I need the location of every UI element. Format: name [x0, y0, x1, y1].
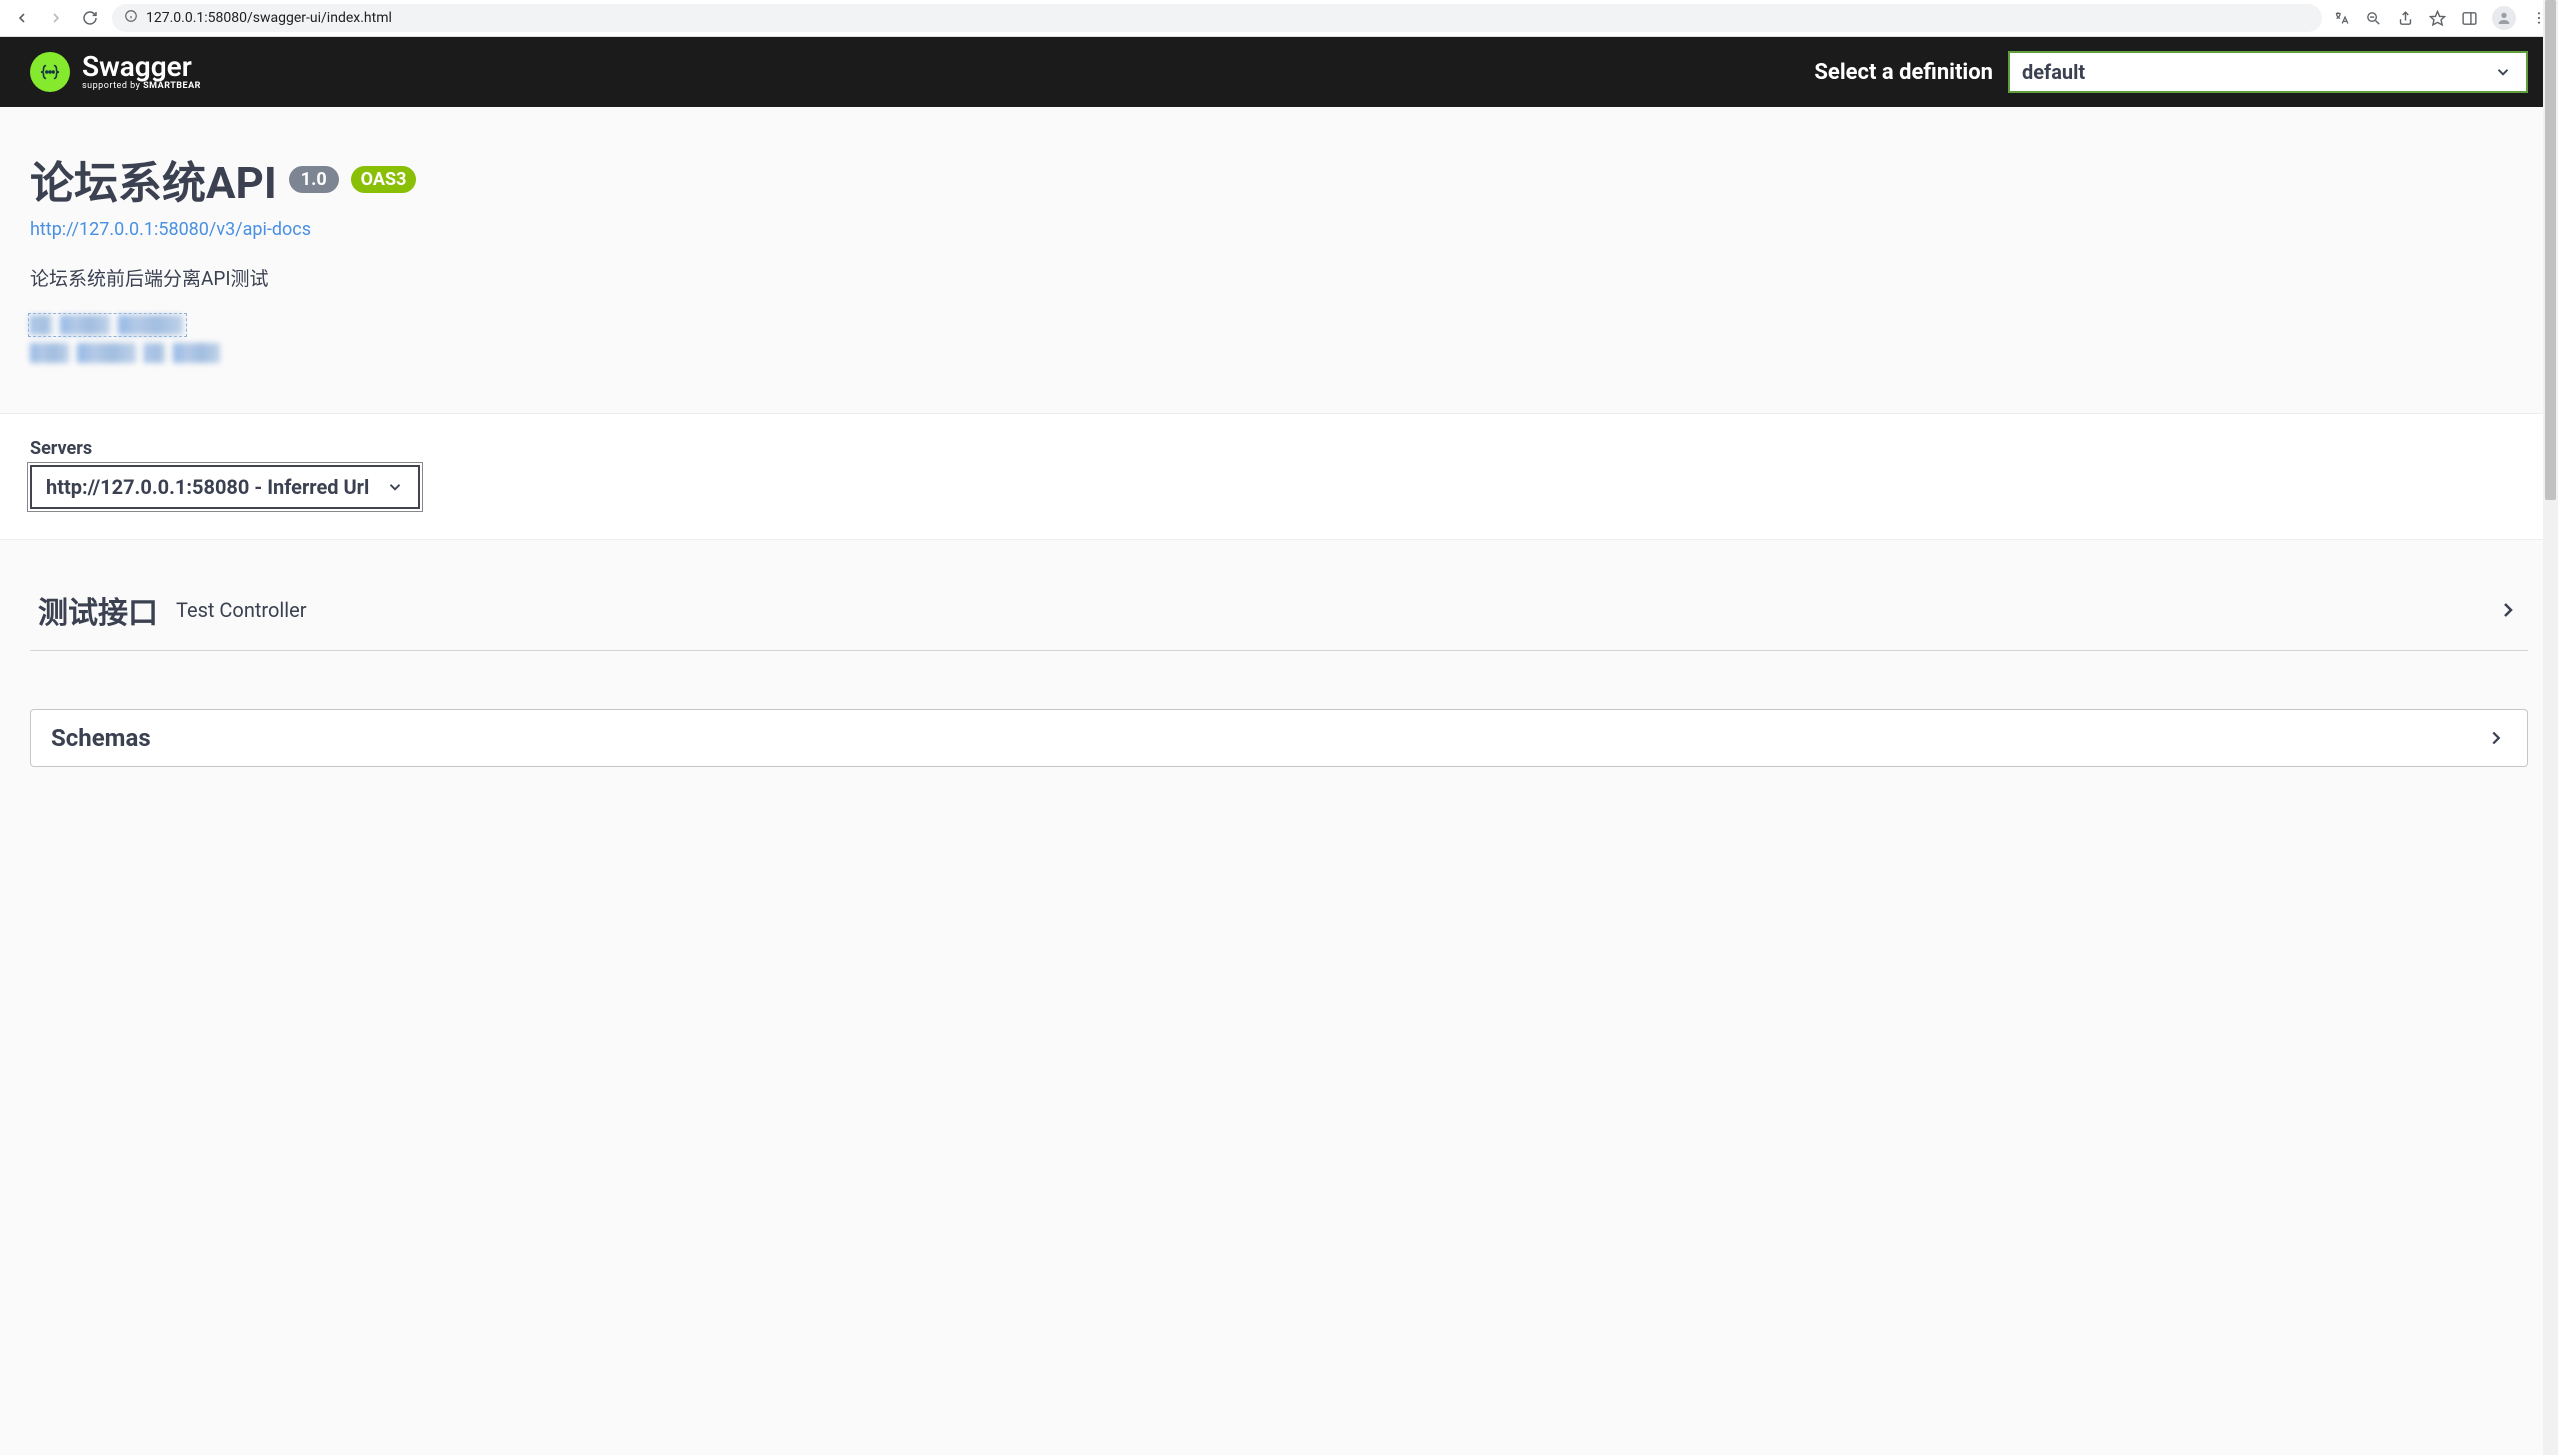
schemas-title: Schemas [51, 724, 151, 752]
swagger-logo-subtitle: supported by SMARTBEAR [82, 81, 201, 91]
profile-avatar-icon[interactable] [2492, 6, 2516, 30]
tag-test-controller[interactable]: 测试接口 Test Controller [30, 570, 2528, 651]
side-panel-icon[interactable] [2460, 9, 2478, 27]
api-description: 论坛系统前后端分离API测试 [30, 264, 2528, 291]
tag-description: Test Controller [176, 598, 307, 622]
swagger-logo[interactable]: Swagger supported by SMARTBEAR [30, 52, 201, 92]
browser-reload-button[interactable] [78, 6, 102, 30]
definition-label: Select a definition [1814, 60, 1993, 85]
browser-back-button[interactable] [10, 6, 34, 30]
tag-name: 测试接口 [38, 588, 158, 632]
api-info-section: 论坛系统API 1.0 OAS3 http://127.0.0.1:58080/… [0, 107, 2558, 413]
share-icon[interactable] [2396, 9, 2414, 27]
servers-selected-value: http://127.0.0.1:58080 - Inferred Url [46, 475, 369, 499]
chevron-down-icon [386, 478, 404, 496]
site-info-icon[interactable] [124, 9, 138, 27]
browser-address-bar[interactable]: 127.0.0.1:58080/swagger-ui/index.html [112, 4, 2322, 32]
browser-url-text: 127.0.0.1:58080/swagger-ui/index.html [146, 10, 392, 26]
definition-selector-wrap: Select a definition default [1814, 51, 2528, 93]
redacted-contact-link[interactable] [30, 315, 185, 335]
oas-badge: OAS3 [351, 166, 417, 193]
definition-select[interactable]: default [2008, 51, 2528, 93]
swagger-logo-icon [30, 52, 70, 92]
browser-toolbar: 127.0.0.1:58080/swagger-ui/index.html [0, 0, 2558, 37]
api-title-row: 论坛系统API 1.0 OAS3 [30, 147, 2528, 211]
zoom-icon[interactable] [2364, 9, 2382, 27]
schemas-toggle[interactable]: Schemas [31, 710, 2527, 766]
swagger-logo-text: Swagger [82, 53, 201, 81]
servers-select[interactable]: http://127.0.0.1:58080 - Inferred Url [30, 465, 420, 509]
translate-icon[interactable] [2332, 9, 2350, 27]
redacted-email-link[interactable] [30, 343, 220, 363]
api-version-badge: 1.0 [289, 166, 339, 193]
chevron-right-icon [2496, 598, 2520, 622]
operations-section: 测试接口 Test Controller [0, 540, 2558, 681]
api-spec-link[interactable]: http://127.0.0.1:58080/v3/api-docs [30, 219, 311, 240]
scrollbar[interactable] [2543, 0, 2558, 1455]
browser-forward-button[interactable] [44, 6, 68, 30]
chevron-down-icon [2494, 63, 2512, 81]
api-title: 论坛系统API [30, 147, 277, 211]
servers-section: Servers http://127.0.0.1:58080 - Inferre… [0, 413, 2558, 540]
definition-selected-value: default [2022, 60, 2085, 84]
chevron-right-icon [2485, 727, 2507, 749]
swagger-topbar: Swagger supported by SMARTBEAR Select a … [0, 37, 2558, 107]
bookmark-star-icon[interactable] [2428, 9, 2446, 27]
scrollbar-thumb[interactable] [2545, 0, 2556, 500]
schemas-section: Schemas [30, 709, 2528, 767]
browser-action-icons [2332, 6, 2548, 30]
servers-label: Servers [30, 438, 2528, 459]
